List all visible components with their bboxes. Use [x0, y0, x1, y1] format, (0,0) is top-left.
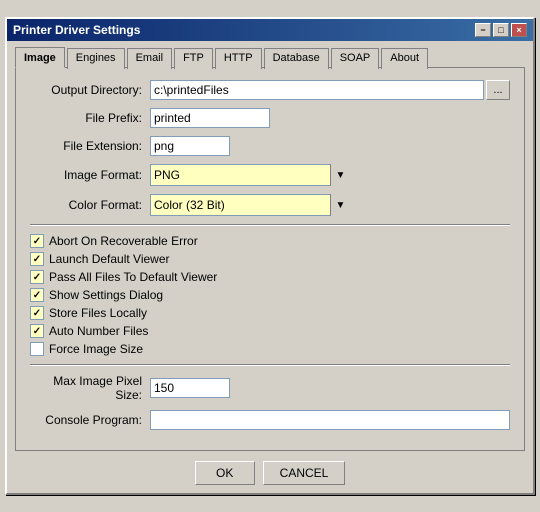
file-extension-input[interactable]	[150, 136, 230, 156]
checkbox-row-pass: Pass All Files To Default Viewer	[30, 270, 510, 284]
tab-database[interactable]: Database	[264, 48, 329, 69]
tab-strip: Image Engines Email FTP HTTP Database SO…	[15, 47, 525, 68]
image-format-select-wrap: PNG JPEG BMP TIFF ▼	[150, 164, 350, 186]
color-format-select-wrap: Color (32 Bit) Color (24 Bit) Grayscale …	[150, 194, 350, 216]
max-pixel-input[interactable]	[150, 378, 230, 398]
close-button[interactable]: ×	[511, 23, 527, 37]
checkbox-abort[interactable]	[30, 234, 44, 248]
checkbox-launch[interactable]	[30, 252, 44, 266]
checkbox-auto[interactable]	[30, 324, 44, 338]
title-bar: Printer Driver Settings − □ ×	[7, 19, 533, 41]
output-directory-input-group: ...	[150, 80, 510, 100]
checkbox-row-abort: Abort On Recoverable Error	[30, 234, 510, 248]
tab-ftp[interactable]: FTP	[174, 48, 213, 69]
tab-about[interactable]: About	[381, 48, 428, 69]
max-pixel-label: Max Image Pixel Size:	[30, 374, 150, 402]
color-format-control: Color (32 Bit) Color (24 Bit) Grayscale …	[150, 194, 510, 216]
console-program-label: Console Program:	[30, 413, 150, 427]
checkbox-store[interactable]	[30, 306, 44, 320]
image-format-select[interactable]: PNG JPEG BMP TIFF	[150, 164, 350, 186]
tab-soap[interactable]: SOAP	[331, 48, 380, 69]
file-prefix-input[interactable]	[150, 108, 270, 128]
output-directory-input[interactable]	[150, 80, 484, 100]
checkbox-auto-label: Auto Number Files	[49, 324, 148, 338]
main-window: Printer Driver Settings − □ × Image Engi…	[5, 17, 535, 495]
console-program-control	[150, 410, 510, 430]
browse-button[interactable]: ...	[486, 80, 510, 100]
file-extension-label: File Extension:	[30, 139, 150, 153]
cancel-button[interactable]: CANCEL	[263, 461, 346, 485]
file-extension-control	[150, 136, 510, 156]
file-prefix-label: File Prefix:	[30, 111, 150, 125]
output-directory-control: ...	[150, 80, 510, 100]
checkbox-row-show: Show Settings Dialog	[30, 288, 510, 302]
minimize-button[interactable]: −	[475, 23, 491, 37]
checkbox-launch-label: Launch Default Viewer	[49, 252, 170, 266]
ok-button[interactable]: OK	[195, 461, 255, 485]
checkbox-list: Abort On Recoverable Error Launch Defaul…	[30, 234, 510, 356]
file-prefix-row: File Prefix:	[30, 108, 510, 128]
color-format-label: Color Format:	[30, 198, 150, 212]
output-directory-row: Output Directory: ...	[30, 80, 510, 100]
title-bar-controls: − □ ×	[475, 23, 527, 37]
divider-2	[30, 364, 510, 366]
checkbox-force[interactable]	[30, 342, 44, 356]
tab-engines[interactable]: Engines	[67, 48, 125, 69]
max-pixel-row: Max Image Pixel Size:	[30, 374, 510, 402]
image-format-label: Image Format:	[30, 168, 150, 182]
window-title: Printer Driver Settings	[13, 23, 140, 37]
checkbox-row-store: Store Files Locally	[30, 306, 510, 320]
console-program-input[interactable]	[150, 410, 510, 430]
console-program-row: Console Program:	[30, 410, 510, 430]
color-format-row: Color Format: Color (32 Bit) Color (24 B…	[30, 194, 510, 216]
tab-image[interactable]: Image	[15, 47, 65, 68]
button-row: OK CANCEL	[15, 461, 525, 485]
image-format-row: Image Format: PNG JPEG BMP TIFF ▼	[30, 164, 510, 186]
checkbox-pass[interactable]	[30, 270, 44, 284]
tab-email[interactable]: Email	[127, 48, 173, 69]
checkbox-force-label: Force Image Size	[49, 342, 143, 356]
checkbox-row-force: Force Image Size	[30, 342, 510, 356]
color-format-select[interactable]: Color (32 Bit) Color (24 Bit) Grayscale …	[150, 194, 350, 216]
maximize-button[interactable]: □	[493, 23, 509, 37]
checkbox-show-label: Show Settings Dialog	[49, 288, 163, 302]
checkbox-show[interactable]	[30, 288, 44, 302]
divider-1	[30, 224, 510, 226]
tab-http[interactable]: HTTP	[215, 48, 262, 69]
file-prefix-control	[150, 108, 510, 128]
output-directory-label: Output Directory:	[30, 83, 150, 97]
checkbox-row-launch: Launch Default Viewer	[30, 252, 510, 266]
image-format-control: PNG JPEG BMP TIFF ▼	[150, 164, 510, 186]
file-extension-row: File Extension:	[30, 136, 510, 156]
checkbox-row-auto: Auto Number Files	[30, 324, 510, 338]
tab-content-image: Output Directory: ... File Prefix: File …	[15, 67, 525, 451]
checkbox-abort-label: Abort On Recoverable Error	[49, 234, 198, 248]
checkbox-store-label: Store Files Locally	[49, 306, 147, 320]
window-body: Image Engines Email FTP HTTP Database SO…	[7, 41, 533, 493]
checkbox-pass-label: Pass All Files To Default Viewer	[49, 270, 217, 284]
max-pixel-control	[150, 378, 510, 398]
